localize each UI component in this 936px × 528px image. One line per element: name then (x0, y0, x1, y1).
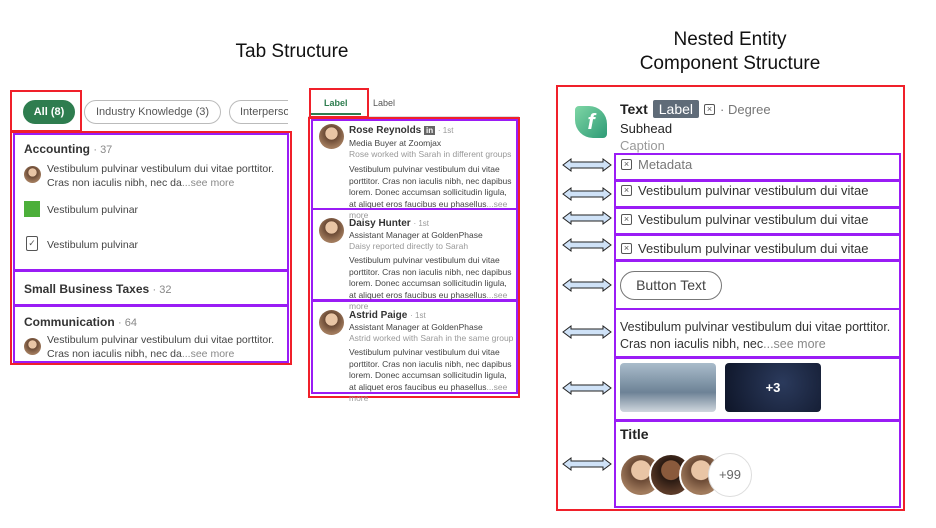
person-name[interactable]: Daisy Hunter · 1st (349, 218, 429, 229)
section-title: Small Business Taxes · 32 (24, 282, 172, 296)
double-arrow-icon (562, 187, 612, 201)
double-arrow-icon (562, 278, 612, 292)
person-relation: Daisy reported directly to Sarah (349, 241, 469, 251)
facepile-more[interactable]: +99 (708, 453, 752, 497)
person-headline: Media Buyer at Zoomjax (349, 138, 442, 148)
entity-text[interactable]: Text (620, 101, 648, 117)
person-relation: Astrid worked with Sarah in the same gro… (349, 333, 514, 343)
company-logo (24, 201, 40, 217)
tab-industry-knowledge[interactable]: Industry Knowledge (3) (84, 100, 221, 124)
double-arrow-icon (562, 211, 612, 225)
list-item-text: Vestibulum pulvinar vestibulum dui vitae… (47, 334, 275, 360)
entity-subhead: Subhead (620, 121, 673, 136)
avatar (24, 166, 41, 183)
nested-title-line1: Nested Entity (673, 29, 787, 50)
see-more-link[interactable]: ...see more (182, 348, 235, 360)
see-more-link[interactable]: ...see more (182, 177, 235, 189)
line-item: × Vestibulum pulvinar vestibulum dui vita… (621, 212, 869, 227)
linkedin-icon: in (424, 126, 436, 135)
list-item-text: Vestibulum pulvinar (47, 239, 139, 251)
nested-title-line2: Component Structure (639, 53, 821, 74)
avatar (319, 218, 344, 243)
double-arrow-icon (562, 381, 612, 395)
media-thumbnail[interactable] (620, 363, 716, 412)
section-title: Accounting · 37 (24, 142, 113, 156)
metadata: × Metadata (621, 157, 692, 172)
group-title: Title (620, 426, 649, 442)
avatar (319, 310, 344, 335)
person-name[interactable]: Astrid Paige · 1st (349, 310, 426, 321)
person-relation: Rose worked with Sarah in different grou… (349, 149, 512, 159)
entity-degree: · Degree (720, 101, 771, 117)
action-button[interactable]: Button Text (620, 271, 722, 300)
avatar (319, 124, 344, 149)
avatar (24, 338, 41, 355)
entity-header: Text Label × · Degree (620, 100, 771, 118)
double-arrow-icon (562, 158, 612, 172)
placeholder-icon: × (704, 103, 716, 115)
media-more-thumbnail[interactable]: +3 (725, 363, 821, 412)
entity-body: Vestibulum pulvinar vestibulum dui vitae… (620, 320, 891, 351)
person-headline: Assistant Manager at GoldenPhase (349, 230, 483, 240)
section-title: Communication · 64 (24, 315, 137, 329)
tab-structure-title: Tab Structure (235, 41, 349, 62)
double-arrow-icon (562, 325, 612, 339)
clipboard-check-icon: ✓ (26, 236, 38, 251)
see-more-link[interactable]: ...see more (763, 337, 826, 351)
tab-highlight (309, 88, 369, 118)
placeholder-icon: × (621, 159, 632, 170)
double-arrow-icon (562, 238, 612, 252)
entity-label-badge: Label (652, 100, 700, 118)
line-item: × Vestibulum pulvinar vestibulum dui vita… (621, 241, 869, 256)
line-item: × Vestibulum pulvinar vestibulum dui vita… (621, 183, 869, 198)
placeholder-icon: × (621, 185, 632, 196)
tab-highlight (10, 90, 82, 132)
person-headline: Assistant Manager at GoldenPhase (349, 322, 483, 332)
placeholder-icon: × (621, 243, 632, 254)
double-arrow-icon (562, 457, 612, 471)
tab-interpersonal[interactable]: Interperso (229, 100, 288, 124)
list-item-text: Vestibulum pulvinar (47, 204, 139, 216)
entity-caption: Caption (620, 138, 665, 153)
company-logo: f (575, 106, 607, 138)
tab-label[interactable]: Label (373, 98, 395, 108)
placeholder-icon: × (621, 214, 632, 225)
person-body: Vestibulum pulvinar vestibulum dui vitae… (349, 347, 512, 403)
person-name[interactable]: Rose Reynolds in · 1st (349, 125, 453, 136)
list-item-text: Vestibulum pulvinar vestibulum dui vitae… (47, 163, 275, 189)
